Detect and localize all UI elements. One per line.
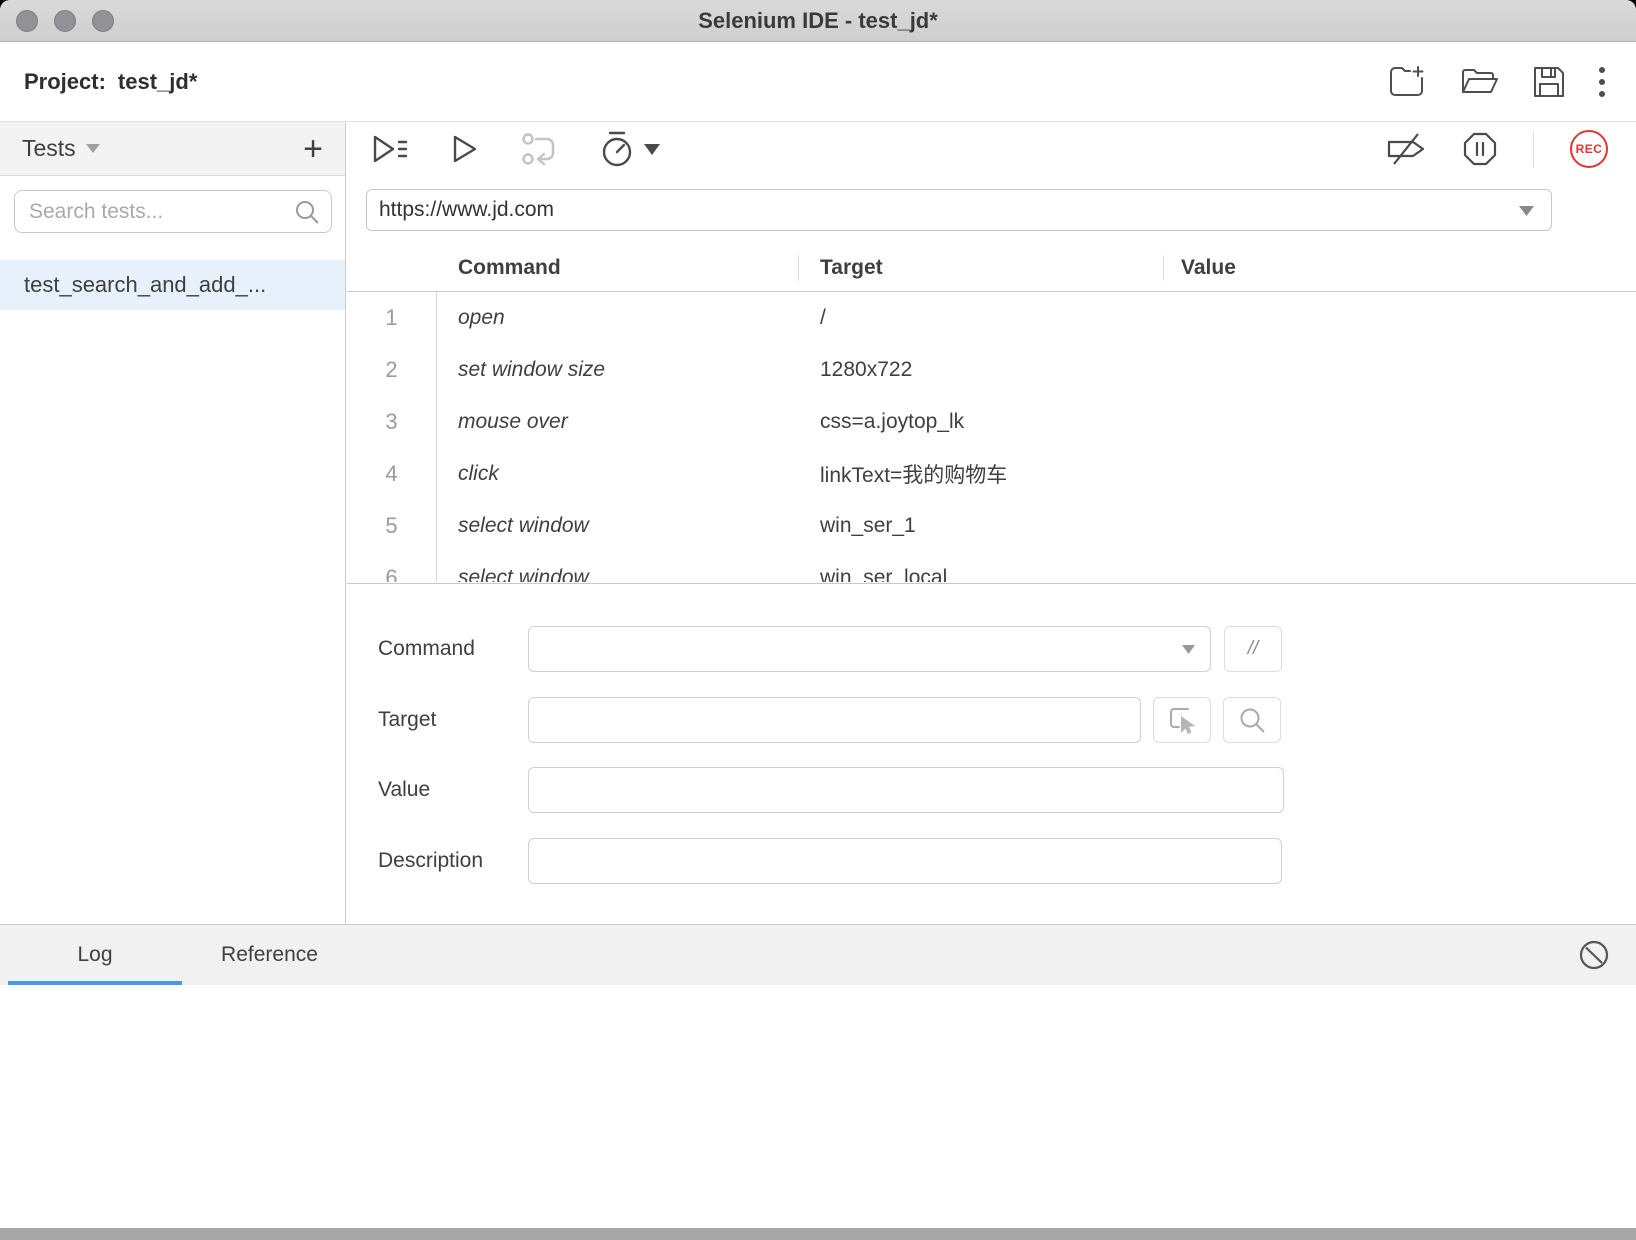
command-row[interactable]: 3mouse overcss=a.joytop_lk — [347, 396, 1636, 448]
command-row[interactable]: 5select windowwin_ser_1 — [347, 500, 1636, 552]
row-command: mouse over — [436, 410, 798, 434]
description-field-label: Description — [378, 849, 528, 873]
base-url-input[interactable] — [366, 189, 1552, 231]
row-command: select window — [436, 566, 798, 582]
select-target-icon[interactable] — [1153, 697, 1211, 743]
bottom-panel-tabs: Log Reference — [0, 924, 1636, 985]
row-command: click — [436, 462, 798, 486]
run-all-tests-icon[interactable] — [372, 134, 408, 164]
toggle-comment-button[interactable]: // — [1224, 626, 1282, 672]
traffic-lights — [16, 0, 114, 42]
zoom-icon[interactable] — [92, 10, 114, 32]
command-row[interactable]: 2set window size1280x722 — [347, 344, 1636, 396]
command-row[interactable]: 6select windowwin_ser_local — [347, 552, 1636, 582]
more-options-icon[interactable] — [1598, 65, 1606, 99]
tab-reference[interactable]: Reference — [182, 925, 357, 985]
row-number: 5 — [347, 513, 436, 539]
commands-table-body: 1open/2set window size1280x7223mouse ove… — [347, 292, 1636, 582]
command-editor: Command // Target — [347, 583, 1636, 924]
close-icon[interactable] — [16, 10, 38, 32]
find-target-icon[interactable] — [1223, 697, 1281, 743]
column-header-command: Command — [436, 256, 798, 280]
chevron-down-icon — [86, 144, 100, 153]
open-project-icon[interactable] — [1460, 66, 1500, 98]
tests-label: Tests — [22, 135, 76, 162]
search-icon — [294, 199, 320, 225]
row-target: 1280x722 — [798, 358, 1163, 382]
disable-breakpoints-icon[interactable] — [1385, 131, 1427, 167]
clear-log-icon[interactable] — [1578, 939, 1610, 971]
run-current-test-icon[interactable] — [452, 134, 478, 164]
command-select-input[interactable] — [528, 626, 1211, 672]
selenium-ide-window: Selenium IDE - test_jd* Project: test_jd… — [0, 0, 1636, 1240]
command-row[interactable]: 4clicklinkText=我的购物车 — [347, 448, 1636, 500]
toolbar-divider — [1533, 131, 1534, 167]
window-bottom-edge — [0, 1228, 1636, 1240]
column-header-target: Target — [798, 256, 1163, 280]
dropdown-caret-icon[interactable] — [1519, 206, 1534, 216]
row-number: 4 — [347, 461, 436, 487]
project-label: Project: — [24, 69, 106, 95]
minimize-icon[interactable] — [54, 10, 76, 32]
tests-sidebar: Tests + test_search_and_add_... — [0, 122, 346, 924]
row-command: set window size — [436, 358, 798, 382]
row-target: win_ser_1 — [798, 514, 1163, 538]
row-target: / — [798, 306, 1163, 330]
command-field-label: Command — [378, 637, 528, 661]
row-number: 6 — [347, 565, 436, 582]
project-name: test_jd* — [118, 69, 197, 95]
row-number: 1 — [347, 305, 436, 331]
project-title: Project: test_jd* — [24, 69, 197, 95]
test-search — [14, 190, 332, 233]
value-field-input[interactable] — [528, 767, 1284, 813]
target-field-input[interactable] — [528, 697, 1141, 743]
project-header: Project: test_jd* — [0, 42, 1636, 122]
row-number: 3 — [347, 409, 436, 435]
pause-on-exceptions-icon[interactable] — [1463, 132, 1497, 166]
target-field-label: Target — [378, 708, 528, 732]
window-titlebar: Selenium IDE - test_jd* — [0, 0, 1636, 42]
main-panel: REC Command Target Value 1open/2set wind… — [347, 122, 1636, 924]
window-title: Selenium IDE - test_jd* — [698, 8, 938, 34]
row-command: select window — [436, 514, 798, 538]
command-row[interactable]: 1open/ — [347, 292, 1636, 344]
dropdown-caret-icon — [644, 144, 660, 155]
add-test-button[interactable]: + — [303, 132, 323, 166]
tests-dropdown[interactable]: Tests — [22, 135, 100, 162]
save-project-icon[interactable] — [1532, 65, 1566, 99]
column-header-value: Value — [1163, 256, 1636, 280]
step-over-icon[interactable] — [522, 132, 556, 166]
row-command: open — [436, 306, 798, 330]
new-project-icon[interactable] — [1388, 65, 1428, 99]
test-list-item[interactable]: test_search_and_add_... — [0, 260, 345, 310]
row-number: 2 — [347, 357, 436, 383]
description-field-input[interactable] — [528, 838, 1282, 884]
record-button[interactable]: REC — [1570, 130, 1608, 168]
row-target: linkText=我的购物车 — [798, 459, 1163, 489]
playback-toolbar: REC — [347, 122, 1636, 176]
base-url-bar — [366, 189, 1552, 231]
search-tests-input[interactable] — [14, 190, 332, 233]
row-target: css=a.joytop_lk — [798, 410, 1163, 434]
row-target: win_ser_local — [798, 566, 1163, 582]
commands-table-header: Command Target Value — [347, 245, 1636, 292]
value-field-label: Value — [378, 778, 528, 802]
test-speed-icon[interactable] — [600, 130, 660, 168]
tests-header: Tests + — [0, 122, 345, 176]
chevron-down-icon[interactable] — [1182, 645, 1195, 654]
tab-log[interactable]: Log — [8, 925, 182, 985]
log-panel-content — [0, 985, 1636, 1228]
